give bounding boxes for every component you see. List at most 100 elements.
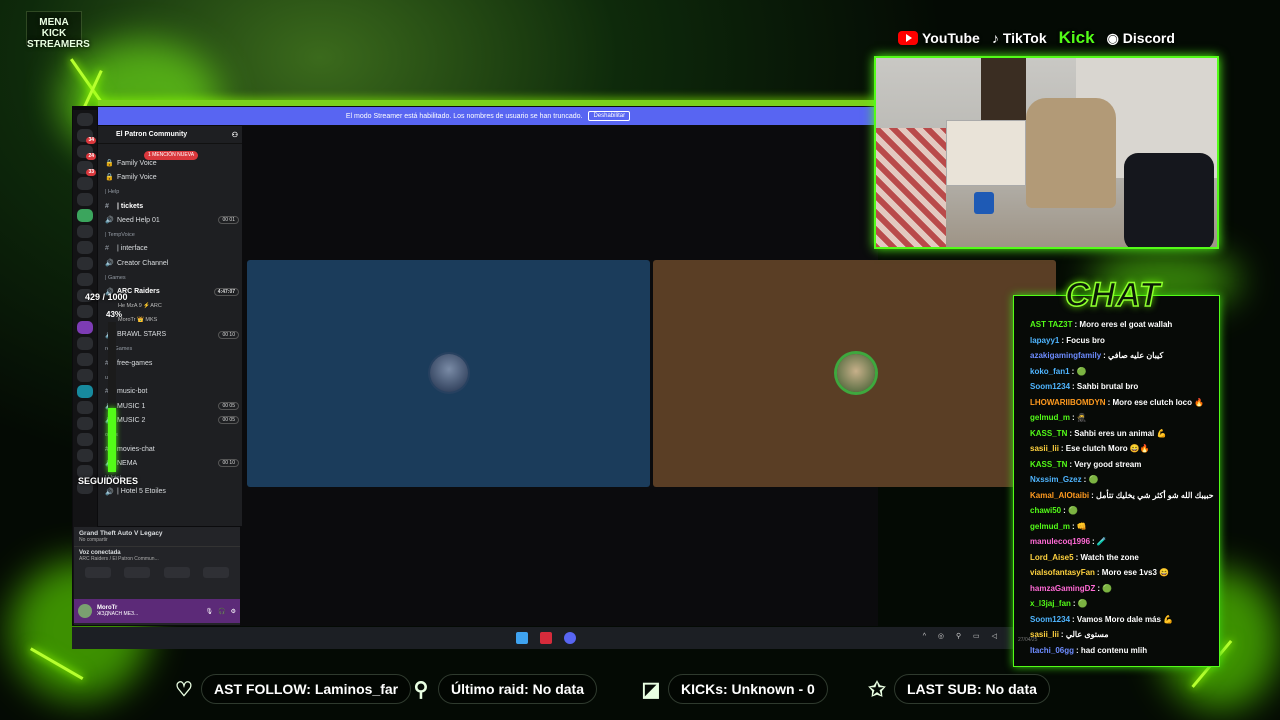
activities-button[interactable] <box>163 567 190 578</box>
channel-item[interactable]: 🔊BRAWL STARS00 10 <box>98 328 242 342</box>
last-follow-label: AST FOLLOW: Laminos_far <box>201 674 412 704</box>
chat-message: LHOWARIIBOMDYN: Moro ese clutch loco 🔥 <box>1030 395 1218 411</box>
screen-share-button[interactable] <box>124 567 151 578</box>
last-sub-widget: ✩ LAST SUB: No data <box>866 672 1050 706</box>
server-icon[interactable] <box>77 401 93 414</box>
chat-username[interactable]: Kamal_AlOtaibi <box>1030 491 1089 500</box>
chat-username[interactable]: KASS_TN <box>1030 460 1067 469</box>
category-label: | Games <box>105 274 126 281</box>
channel-item[interactable]: 🔊 | Hotel 5 Etoiles <box>98 485 242 499</box>
server-icon[interactable] <box>77 337 93 350</box>
cam-gaming-chair <box>1124 153 1214 247</box>
mic-icon[interactable]: 🎙 <box>206 608 214 615</box>
chat-messages: AST TAZ3T: Moro eres el goat wallah lapay… <box>1030 317 1218 658</box>
chat-username[interactable]: lapayy1 <box>1030 336 1059 345</box>
chat-username[interactable]: azakigamingfamily <box>1030 351 1101 360</box>
participant-tile[interactable] <box>247 260 650 487</box>
chat-username[interactable]: x_l3jaj_fan <box>1030 599 1071 608</box>
channel-item[interactable]: 🔒 Family Voice <box>98 170 242 184</box>
chat-username[interactable]: chawi50 <box>1030 506 1061 515</box>
channel-label: BRAWL STARS <box>117 331 167 339</box>
chat-username[interactable]: sasii_lii <box>1030 444 1059 453</box>
chat-username[interactable]: gelmud_m <box>1030 413 1070 422</box>
server-icon[interactable] <box>77 209 93 222</box>
server-icon[interactable] <box>77 177 93 190</box>
chat-username[interactable]: Lord_Aise5 <box>1030 553 1074 562</box>
server-header[interactable]: El Patron Community ⚇ <box>98 126 242 144</box>
chat-username[interactable]: manulecoq1996 <box>1030 537 1090 546</box>
server-icon[interactable] <box>77 273 93 286</box>
channel-item[interactable]: # | tickets <box>98 199 242 213</box>
chat-message: vialsofantasyFan: Moro ese 1vs3 😄 <box>1030 565 1218 581</box>
chat-username[interactable]: hamzaGamingDZ <box>1030 584 1095 593</box>
server-icon[interactable] <box>77 193 93 206</box>
soundboard-button[interactable] <box>203 567 230 578</box>
channel-item[interactable]: # | interface <box>98 242 242 256</box>
headphones-icon[interactable]: 🎧 <box>218 608 225 615</box>
chat-username[interactable]: gelmud_m <box>1030 522 1070 531</box>
channel-timer: 4:47:07 <box>213 287 239 296</box>
server-icon[interactable] <box>77 433 93 446</box>
server-icon[interactable] <box>77 241 93 254</box>
mention-badge[interactable]: 1 MENCIÓN NUEVA <box>144 151 199 160</box>
taskbar-app-icon[interactable] <box>540 632 552 644</box>
server-icon[interactable] <box>77 321 93 334</box>
server-icon[interactable] <box>77 113 93 126</box>
chat-text: : 🟢 <box>1097 583 1113 593</box>
chat-title: CHAT <box>1064 275 1161 315</box>
channel-item[interactable]: 🔊NEMA00 10 <box>98 456 242 470</box>
channel-category[interactable]: ovies <box>98 428 242 442</box>
server-icon[interactable] <box>77 257 93 270</box>
channel-label: music-bot <box>117 388 148 396</box>
social-links: YouTube ♪ TikTok Kick ◉ Discord <box>898 28 1175 48</box>
server-icon[interactable] <box>77 225 93 238</box>
camera-button[interactable] <box>84 567 111 578</box>
channel-category[interactable]: | TempVoice <box>98 227 242 241</box>
discord-taskbar-icon[interactable] <box>564 632 576 644</box>
channel-item[interactable]: 🔊 Need Help 01 00 01 <box>98 213 242 227</box>
chat-username[interactable]: Itachi_06gg <box>1030 646 1074 655</box>
chat-username[interactable]: AST TAZ3T <box>1030 320 1073 329</box>
server-icon[interactable]: 33 <box>77 161 96 176</box>
channel-category[interactable]: | Help <box>98 185 242 199</box>
gear-icon[interactable]: ⚙ <box>231 608 236 615</box>
star-icon: ✩ <box>868 678 886 701</box>
chat-username[interactable]: Soom1234 <box>1030 615 1070 624</box>
chat-text: : Very good stream <box>1069 459 1142 469</box>
server-icon[interactable] <box>77 353 93 366</box>
chat-username[interactable]: Nxssim_Gzez <box>1030 475 1082 484</box>
server-icon[interactable] <box>77 417 93 430</box>
server-icon[interactable]: 24 <box>77 145 96 160</box>
tiktok-link: ♪ TikTok <box>992 30 1047 46</box>
windows-start-icon[interactable] <box>516 632 528 644</box>
chat-text: : 🟢 <box>1083 475 1099 485</box>
chat-text: : Ese clutch Moro 😄🔥 <box>1060 444 1150 454</box>
server-icon[interactable] <box>77 385 93 398</box>
speaker-icon: 🔊 <box>105 488 114 496</box>
chat-username[interactable]: LHOWARIIBOMDYN <box>1030 398 1106 407</box>
participant-tile[interactable] <box>653 260 1056 487</box>
chat-username[interactable]: Soom1234 <box>1030 382 1070 391</box>
channel-item[interactable]: # movies-chat <box>98 442 242 456</box>
channel-item[interactable]: # free-games <box>98 356 242 370</box>
speaker-icon: 🔒 <box>105 160 114 168</box>
chat-message: lapayy1: Focus bro <box>1030 333 1218 349</box>
channel-item[interactable]: 🔊MUSIC 200 05 <box>98 413 242 427</box>
channel-item[interactable]: # music-bot <box>98 385 242 399</box>
channel-category[interactable]: usic <box>98 370 242 384</box>
server-icon[interactable]: 34 <box>77 129 96 144</box>
channel-item[interactable]: 🔊MUSIC 100 05 <box>98 399 242 413</box>
channel-item[interactable]: 🔊 Creator Channel <box>98 256 242 270</box>
server-icon[interactable] <box>77 369 93 382</box>
server-icon[interactable] <box>77 305 93 318</box>
chat-username[interactable]: koko_fan1 <box>1030 367 1070 376</box>
channel-category[interactable]: | Games <box>98 270 242 284</box>
add-member-icon[interactable]: ⚇ <box>232 131 238 139</box>
avatar[interactable] <box>78 604 92 618</box>
disable-streamer-mode-button[interactable]: Deshabilitar <box>588 111 631 121</box>
chat-username[interactable]: KASS_TN <box>1030 429 1067 438</box>
chat-message: gelmud_m: 🥷 <box>1030 410 1218 426</box>
chat-username[interactable]: vialsofantasyFan <box>1030 568 1095 577</box>
channel-category[interactable]: ree Games <box>98 342 242 356</box>
server-icon[interactable] <box>77 449 93 462</box>
